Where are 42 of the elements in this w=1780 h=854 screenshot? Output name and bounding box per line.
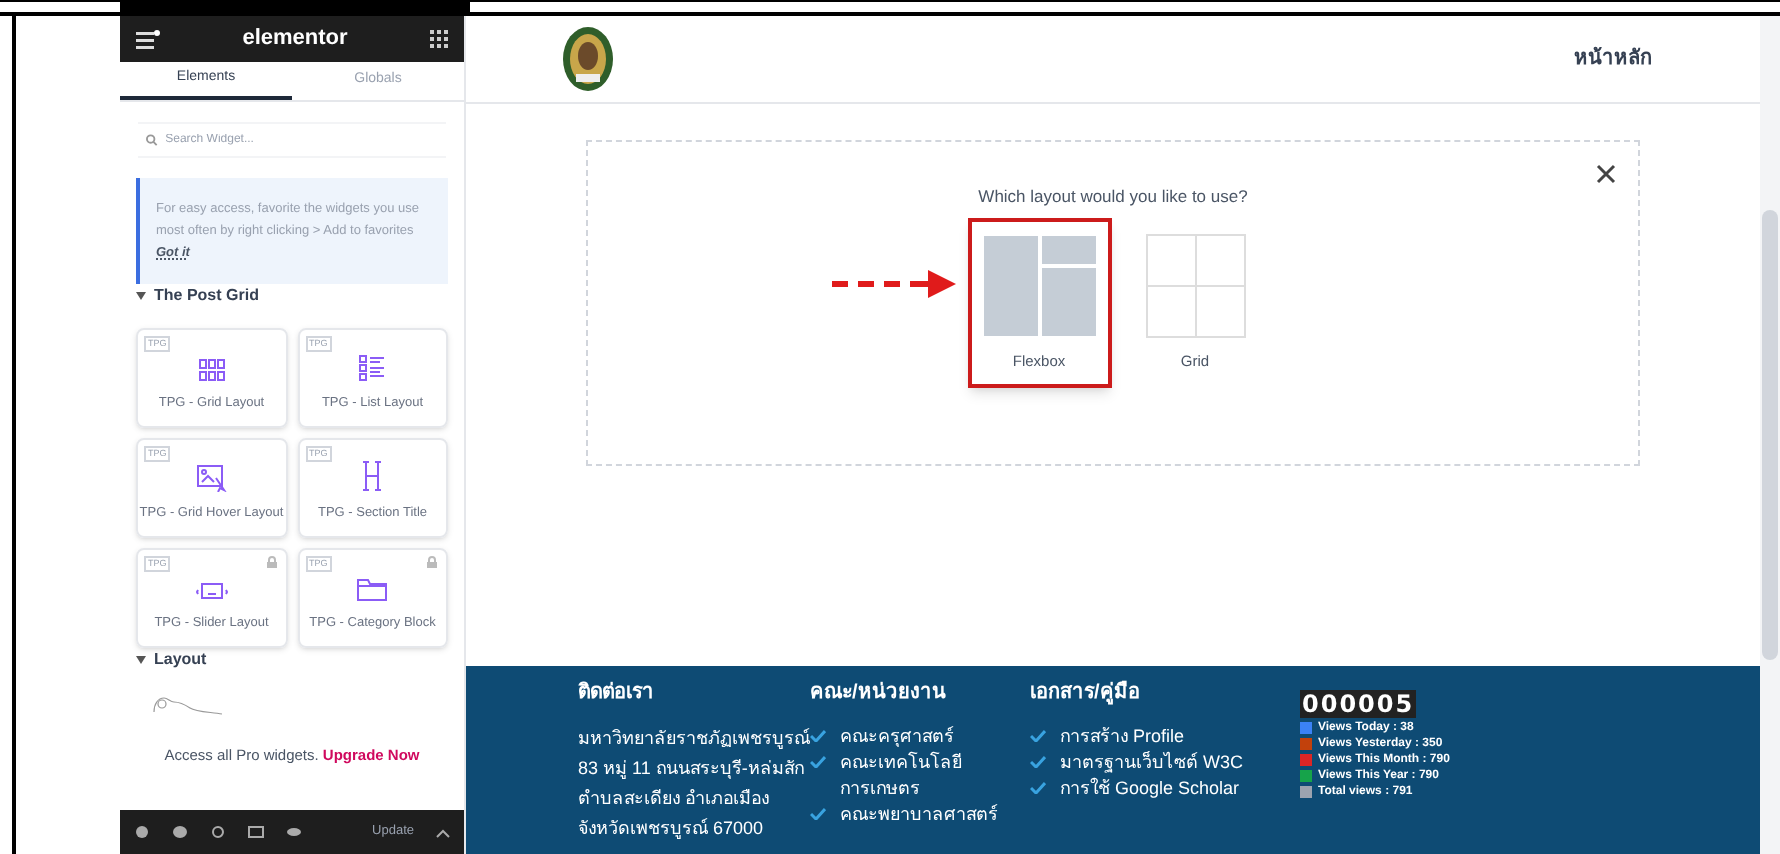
caret-icon: [136, 656, 146, 664]
footer-link[interactable]: การใช้ Google Scholar: [1060, 776, 1300, 802]
widget-icon: [195, 582, 228, 603]
footer-link[interactable]: การสร้าง Profile: [1060, 724, 1300, 750]
address-line: 83 หมู่ 11 ถนนสระบุรี-หล่มสัก: [578, 756, 806, 783]
address-line: ตำบลสะเดียง อำเภอเมือง: [578, 786, 772, 812]
section-header[interactable]: Layout: [120, 648, 464, 672]
search-icon: [146, 134, 158, 146]
footer-heading: ติดต่อเรา: [578, 679, 656, 708]
nav-link[interactable]: หน้าหลัก: [1574, 44, 1652, 74]
layout-prompt: Which layout would you like to use?: [978, 184, 1248, 210]
widget-icon: [195, 464, 228, 493]
widget-icon: [358, 354, 387, 383]
widget-icon: [356, 576, 389, 603]
address-line: มหาวิทยาลัยราชภัฏเพชรบูรณ์: [578, 726, 810, 753]
grid-layout-icon: [1145, 233, 1245, 338]
visit-counter: 000005: [1300, 690, 1417, 718]
scrollbar[interactable]: [1760, 16, 1780, 854]
settings-icon[interactable]: [134, 824, 150, 840]
caret-icon: [136, 292, 146, 300]
emblem-logo[interactable]: [562, 26, 614, 92]
pointing-arrow: [831, 269, 955, 298]
lock-icon: [265, 556, 277, 568]
close-icon[interactable]: [1596, 164, 1616, 184]
chevron-up-icon[interactable]: [436, 827, 450, 837]
flexbox-layout-icon: [981, 233, 1097, 338]
widget-icon: [362, 460, 383, 493]
lock-icon: [426, 556, 438, 568]
footer-heading: เอกสาร/คู่มือ: [1030, 678, 1142, 708]
footer-link[interactable]: คณะพยาบาลศาสตร์: [840, 802, 1030, 828]
app-title: elementor: [242, 24, 348, 55]
menu-icon[interactable]: [136, 29, 160, 49]
grid-icon[interactable]: [429, 30, 448, 48]
address-line: จังหวัดเพชรบูรณ์ 67000: [578, 816, 766, 843]
section-header[interactable]: The Post Grid: [120, 284, 464, 308]
pointer-hand-drawing: [148, 692, 228, 716]
widget-icon: [197, 358, 226, 383]
footer-link[interactable]: คณะครุศาสตร์: [840, 724, 1030, 750]
footer-heading: คณะ/หน่วยงาน: [810, 680, 948, 708]
footer-link[interactable]: คณะเทคโนโลยีการเกษตร: [840, 750, 1030, 802]
check-icon: [810, 808, 826, 820]
footer-link[interactable]: มาตรฐานเว็บไซต์ W3C: [1060, 750, 1300, 776]
